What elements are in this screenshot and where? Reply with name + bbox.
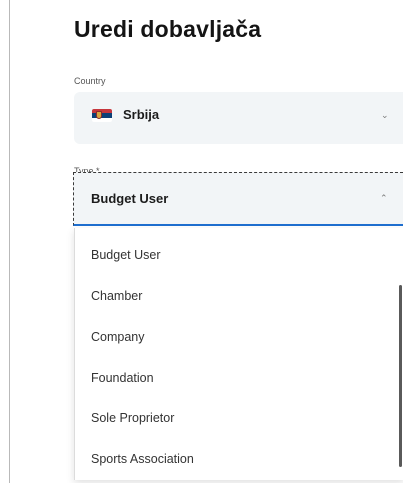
country-label: Country xyxy=(74,76,106,86)
option-budget-user[interactable]: Budget User xyxy=(91,248,160,262)
serbia-flag-icon xyxy=(92,109,112,122)
option-company[interactable]: Company xyxy=(91,330,145,344)
option-sole-proprietor[interactable]: Sole Proprietor xyxy=(91,411,174,425)
option-sports-association[interactable]: Sports Association xyxy=(91,452,194,466)
chevron-down-icon: ⌄ xyxy=(381,110,389,120)
option-chamber[interactable]: Chamber xyxy=(91,289,142,303)
type-select[interactable]: Budget User ⌃ xyxy=(73,172,403,226)
left-divider xyxy=(9,0,10,483)
country-value: Srbija xyxy=(123,107,160,122)
option-foundation[interactable]: Foundation xyxy=(91,371,154,385)
type-dropdown-menu: Budget User Chamber Company Foundation S… xyxy=(74,228,403,480)
chevron-up-icon: ⌃ xyxy=(380,193,388,203)
page-title: Uredi dobavljača xyxy=(74,16,262,42)
dropdown-scrollbar[interactable] xyxy=(399,285,402,467)
edit-supplier-form: Uredi dobavljača Country Srbija ⌄ Type *… xyxy=(0,0,403,483)
type-value: Budget User xyxy=(91,191,169,206)
country-select[interactable]: Srbija ⌄ xyxy=(74,92,403,144)
